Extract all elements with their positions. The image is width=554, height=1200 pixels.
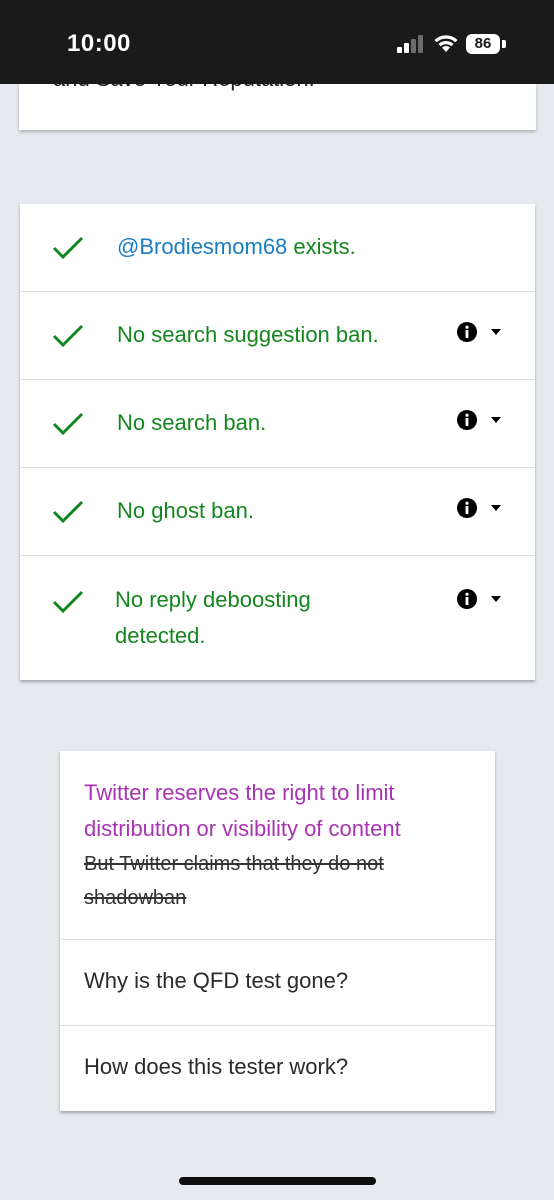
account-handle[interactable]: @Brodiesmom68 [117, 234, 287, 259]
exists-text: @Brodiesmom68 exists. [117, 229, 356, 265]
chevron-down-icon[interactable] [491, 505, 501, 511]
exists-suffix: exists. [287, 234, 356, 259]
faq-question[interactable]: Why is the QFD test gone? [84, 966, 348, 996]
result-row-exists: @Brodiesmom68 exists. [20, 204, 535, 292]
battery-level: 86 [466, 34, 500, 54]
result-label: No reply deboosting detected. [115, 587, 311, 648]
wifi-icon [434, 35, 458, 52]
result-row-ghost-ban[interactable]: No ghost ban. [20, 468, 535, 556]
faq-question[interactable]: How does this tester work? [84, 1052, 348, 1082]
battery-icon: 86 [466, 34, 508, 56]
result-row-search-ban[interactable]: No search ban. [20, 380, 535, 468]
check-icon [52, 236, 84, 260]
limit-notice-section: Twitter reserves the right to limit dist… [60, 751, 495, 940]
info-icon[interactable] [456, 321, 478, 343]
limit-notice[interactable]: Twitter reserves the right to limit dist… [84, 775, 474, 847]
info-icon[interactable] [456, 588, 478, 610]
home-indicator[interactable] [179, 1177, 376, 1185]
status-time: 10:00 [67, 30, 131, 57]
chevron-down-icon[interactable] [491, 596, 501, 602]
top-card-text: and Save Your Reputation. [53, 84, 315, 92]
check-icon [52, 412, 84, 436]
check-icon [52, 324, 84, 348]
result-label: No search ban. [117, 410, 267, 435]
faq-item-how-it-works[interactable]: How does this tester work? [60, 1026, 495, 1111]
signal-icon [397, 35, 423, 53]
top-card: and Save Your Reputation. [19, 84, 536, 130]
result-row-search-suggestion[interactable]: No search suggestion ban. [20, 292, 535, 380]
status-bar: 10:00 86 [0, 0, 554, 84]
result-label: No ghost ban. [117, 498, 254, 523]
chevron-down-icon[interactable] [491, 417, 501, 423]
check-icon [52, 500, 84, 524]
info-icon[interactable] [456, 497, 478, 519]
check-icon [52, 590, 84, 614]
result-row-reply-deboosting[interactable]: No reply deboosting detected. [20, 556, 535, 680]
chevron-down-icon[interactable] [491, 329, 501, 335]
claim-notice: But Twitter claims that they do not shad… [84, 853, 384, 909]
info-icon[interactable] [456, 409, 478, 431]
results-card: @Brodiesmom68 exists. No search suggesti… [20, 204, 535, 680]
info-card: Twitter reserves the right to limit dist… [60, 751, 495, 1111]
faq-item-qfd[interactable]: Why is the QFD test gone? [60, 940, 495, 1026]
result-label: No search suggestion ban. [117, 322, 379, 347]
